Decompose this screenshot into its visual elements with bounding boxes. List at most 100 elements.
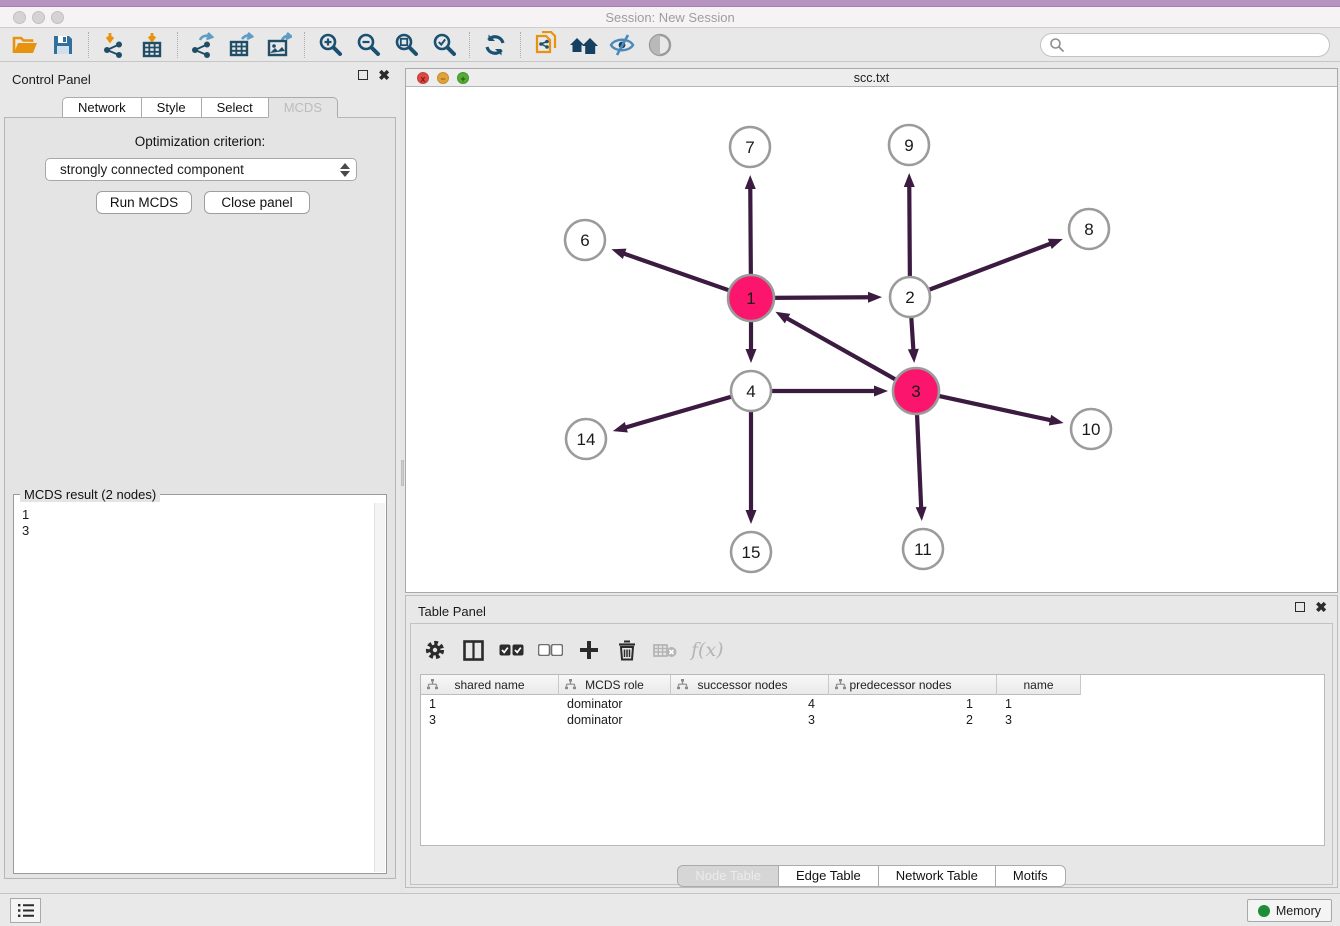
table-header-row: shared name MCDS role successor nodes (421, 675, 1081, 695)
mcds-result-text[interactable]: 1 3 (15, 503, 373, 872)
cell-shared-name: 3 (421, 712, 559, 728)
graph-node-7[interactable]: 7 (730, 127, 770, 167)
graph-node-label: 9 (904, 136, 913, 155)
table-row[interactable]: 1 dominator 4 1 1 (421, 696, 1324, 712)
network-canvas[interactable]: 7 9 6 8 1 2 4 3 14 10 15 11 (406, 87, 1337, 592)
save-session-button[interactable] (44, 30, 82, 60)
network-window-titlebar[interactable]: x − + scc.txt (406, 69, 1337, 87)
graph-node-8[interactable]: 8 (1069, 209, 1109, 249)
graph-edge-3-10[interactable] (934, 395, 1053, 421)
column-label: shared name (454, 678, 524, 692)
column-header-predecessor-nodes[interactable]: predecessor nodes (829, 675, 997, 695)
tab-mcds[interactable]: MCDS (268, 97, 338, 118)
search-input[interactable] (1065, 35, 1329, 55)
graph-edge-arrowhead (874, 386, 888, 397)
graph-node-2[interactable]: 2 (890, 277, 930, 317)
zoom-out-icon (356, 32, 381, 57)
graph-node-label: 3 (911, 382, 920, 401)
function-builder-button-disabled: f(x) (691, 637, 724, 663)
table-row[interactable]: 3 dominator 3 2 3 (421, 712, 1324, 728)
window-titlebar[interactable]: Session: New Session (0, 7, 1340, 28)
graph-edge-3-11[interactable] (917, 409, 921, 510)
graph-node-6[interactable]: 6 (565, 220, 605, 260)
graph-edge-4-14[interactable] (623, 396, 733, 428)
column-header-name[interactable]: name (997, 675, 1081, 695)
task-history-button[interactable] (10, 898, 41, 923)
graph-edge-2-8[interactable] (927, 243, 1053, 291)
close-panel-button[interactable]: Close panel (204, 191, 310, 214)
memory-button[interactable]: Memory (1247, 899, 1332, 922)
clone-network-button[interactable] (527, 30, 565, 60)
float-panel-icon[interactable] (1295, 602, 1305, 612)
graph-node-3[interactable]: 3 (893, 368, 939, 414)
zoom-in-button[interactable] (311, 30, 349, 60)
criterion-dropdown[interactable]: strongly connected component (45, 158, 357, 181)
export-network-icon (190, 32, 216, 58)
graph-node-9[interactable]: 9 (889, 125, 929, 165)
zoom-fit-button[interactable] (387, 30, 425, 60)
hide-panels-button[interactable] (603, 30, 641, 60)
result-line: 1 (22, 507, 373, 523)
zoom-selected-button[interactable] (425, 30, 463, 60)
import-table-button[interactable] (133, 30, 171, 60)
tab-network[interactable]: Network (62, 97, 141, 118)
tab-select[interactable]: Select (201, 97, 268, 118)
graph-edge-arrowhead (1049, 415, 1064, 426)
tab-style[interactable]: Style (141, 97, 201, 118)
close-panel-icon[interactable]: ✖ (1315, 602, 1327, 612)
tab-network-table[interactable]: Network Table (878, 865, 995, 887)
tab-edge-table[interactable]: Edge Table (778, 865, 878, 887)
deselect-all-button[interactable] (538, 637, 563, 663)
add-column-button[interactable] (577, 637, 601, 663)
export-image-button[interactable] (260, 30, 298, 60)
graph-node-label: 7 (745, 138, 754, 157)
export-table-button[interactable] (222, 30, 260, 60)
graph-node-15[interactable]: 15 (731, 532, 771, 572)
select-all-button[interactable] (499, 637, 524, 663)
graph-node-4[interactable]: 4 (731, 371, 771, 411)
show-panels-button[interactable] (641, 30, 679, 60)
split-table-button[interactable] (461, 637, 485, 663)
export-network-button[interactable] (184, 30, 222, 60)
node-table[interactable]: shared name MCDS role successor nodes (420, 674, 1325, 846)
tab-node-table[interactable]: Node Table (677, 865, 778, 887)
graph-edge-2-3[interactable] (911, 315, 913, 352)
graph-edge-1-2[interactable] (769, 297, 871, 298)
network-graph[interactable]: 7 9 6 8 1 2 4 3 14 10 15 11 (406, 87, 1337, 592)
graph-edge-arrowhead (908, 349, 919, 363)
graph-edge-2-9[interactable] (909, 184, 910, 279)
graph-node-11[interactable]: 11 (903, 529, 943, 569)
delete-columns-button[interactable] (615, 637, 639, 663)
show-all-networks-button[interactable] (565, 30, 603, 60)
column-header-successor-nodes[interactable]: successor nodes (671, 675, 829, 695)
graph-edge-3-1[interactable] (785, 317, 900, 382)
column-header-shared-name[interactable]: shared name (421, 675, 559, 695)
graph-node-1[interactable]: 1 (728, 275, 774, 321)
graph-edge-arrowhead (611, 249, 626, 259)
import-network-button[interactable] (95, 30, 133, 60)
column-label: successor nodes (697, 678, 787, 692)
float-panel-icon[interactable] (358, 70, 368, 80)
network-view-window: x − + scc.txt 7 9 6 8 1 2 4 3 14 10 15 11 (405, 68, 1338, 593)
toolbar-separator (520, 32, 521, 58)
refresh-layout-button[interactable] (476, 30, 514, 60)
zoom-fit-icon (394, 32, 419, 57)
graph-edge-1-7[interactable] (750, 186, 751, 280)
cell-successor-nodes: 3 (671, 712, 829, 728)
graph-edge-1-6[interactable] (622, 253, 734, 292)
graph-node-label: 1 (746, 289, 755, 308)
graph-edge-arrowhead (904, 173, 915, 187)
tab-motifs[interactable]: Motifs (995, 865, 1066, 887)
result-scrollbar[interactable] (374, 503, 385, 872)
table-settings-button[interactable] (423, 637, 447, 663)
open-session-button[interactable] (6, 30, 44, 60)
column-header-mcds-role[interactable]: MCDS role (559, 675, 671, 695)
graph-node-10[interactable]: 10 (1071, 409, 1111, 449)
close-panel-icon[interactable]: ✖ (378, 70, 390, 80)
graph-node-label: 15 (742, 543, 761, 562)
toolbar-search-box[interactable] (1040, 33, 1330, 57)
run-mcds-button[interactable]: Run MCDS (96, 191, 192, 214)
graph-node-14[interactable]: 14 (566, 419, 606, 459)
main-toolbar (0, 28, 1340, 62)
zoom-out-button[interactable] (349, 30, 387, 60)
